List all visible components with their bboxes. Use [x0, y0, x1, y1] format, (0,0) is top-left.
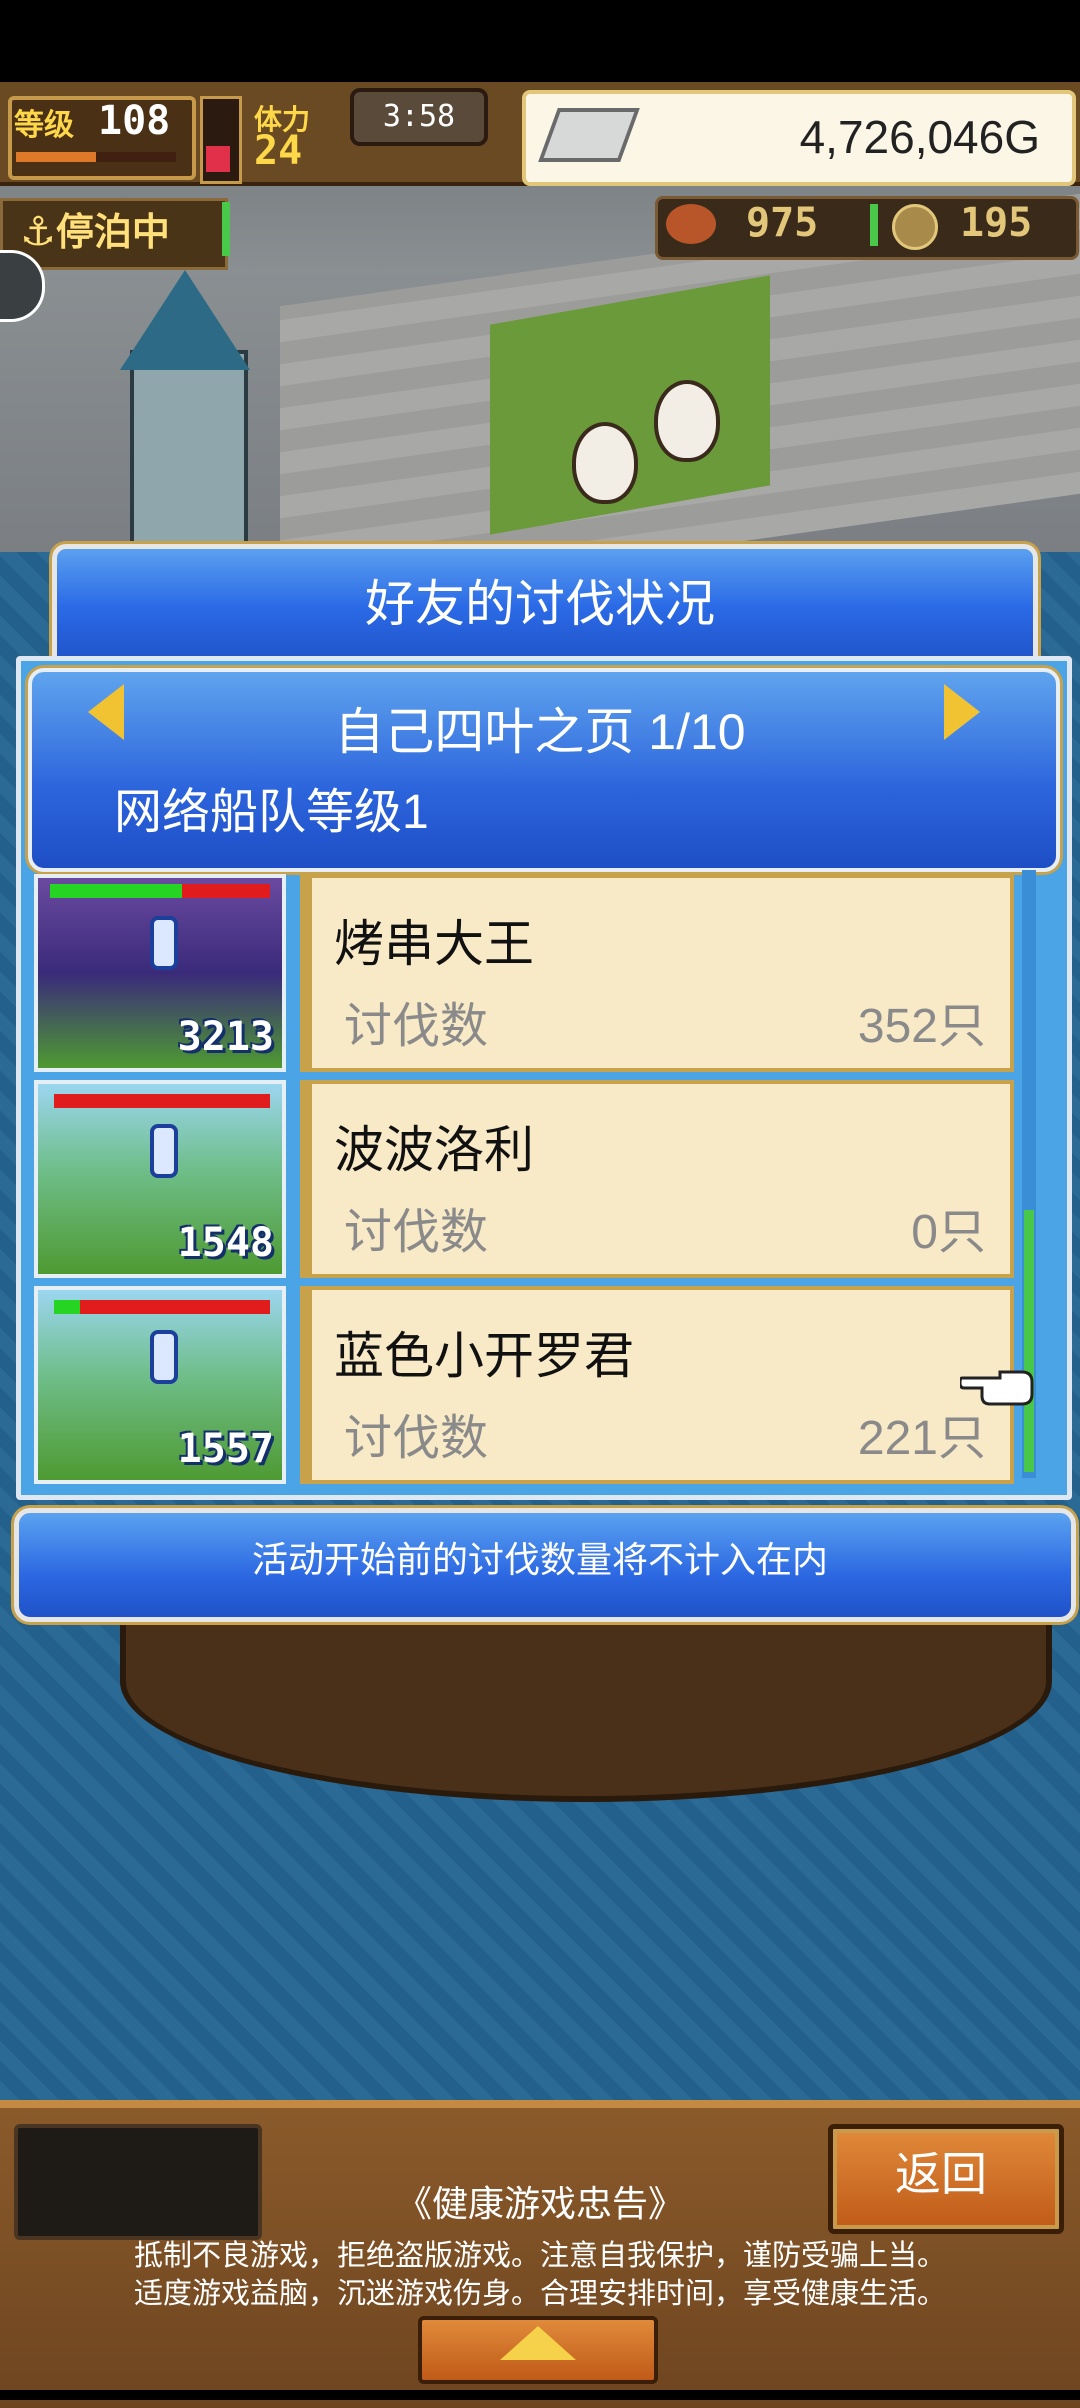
monster-level: 3213	[177, 1014, 274, 1060]
list-scrollbar-thumb[interactable]	[1024, 1210, 1034, 1472]
monster-thumbnail: 3213	[34, 874, 286, 1072]
stamina-gauge-fill	[206, 146, 230, 172]
health-advice-title: 《健康游戏忠告》	[395, 2183, 684, 2224]
egg-icon	[572, 422, 638, 504]
fleet-level: 网络船队等级1	[114, 786, 429, 839]
anchor-status-label: 停泊中	[55, 210, 170, 254]
resource-meat-value: 975	[746, 200, 819, 246]
hunt-count: 221只	[857, 1412, 986, 1465]
friend-name: 蓝色小开罗君	[334, 1328, 634, 1384]
monster-thumbnail: 1548	[34, 1080, 286, 1278]
status-indicator	[222, 202, 230, 256]
egg-icon	[654, 380, 720, 462]
monster-hp-fill	[54, 1300, 80, 1314]
roast-meat-icon	[666, 204, 716, 244]
next-page-arrow-icon[interactable]	[944, 684, 980, 740]
exclamation-icon	[150, 1330, 178, 1384]
page-title: 自己四叶之页 1/10	[334, 704, 746, 760]
exclamation-icon	[150, 916, 178, 970]
exclamation-icon	[150, 1124, 178, 1178]
money-value: 4,726,046G	[799, 111, 1040, 163]
friend-row-card[interactable]: 蓝色小开罗君 讨伐数 221只	[300, 1286, 1014, 1484]
resource-medal-value: 195	[960, 200, 1033, 246]
hunt-count: 0只	[911, 1206, 986, 1259]
monster-level: 1548	[177, 1220, 274, 1266]
notice-text: 活动开始前的讨伐数量将不计入在内	[251, 1539, 828, 1580]
monster-hp-bar	[54, 1094, 270, 1108]
pointing-hand-icon	[960, 1370, 1034, 1406]
hunt-count: 352只	[857, 1000, 986, 1053]
monster-hp-fill	[50, 884, 182, 898]
hunt-count-label: 讨伐数	[344, 1206, 489, 1259]
friend-row-card[interactable]: 烤串大王 讨伐数 352只	[300, 874, 1014, 1072]
castle-tower-roof	[120, 270, 250, 370]
friend-row-card[interactable]: 波波洛利 讨伐数 0只	[300, 1080, 1014, 1278]
dialog-title: 好友的讨伐状况	[365, 576, 715, 632]
hunt-count-label: 讨伐数	[344, 1412, 489, 1465]
resource-divider	[870, 204, 878, 246]
friend-name: 烤串大王	[334, 916, 534, 972]
anchor-status: ⚓停泊中	[20, 204, 220, 260]
status-bar	[0, 0, 1080, 82]
medal-icon	[892, 204, 938, 250]
level-label: 等级	[14, 108, 74, 143]
stamina-timer: 3:58	[350, 88, 488, 146]
stamina-value: 24	[254, 128, 303, 174]
prev-page-arrow-icon[interactable]	[88, 684, 124, 740]
monster-thumbnail: 1557	[34, 1286, 286, 1484]
friend-name: 波波洛利	[334, 1122, 534, 1178]
hunt-count-label: 讨伐数	[344, 1000, 489, 1053]
monster-level: 1557	[177, 1426, 274, 1472]
level-value: 108	[98, 98, 171, 144]
health-advice-line-2: 适度游戏益脑，沉迷游戏伤身。合理安排时间，享受健康生活。	[133, 2278, 946, 2310]
monster-hp-bar	[54, 1300, 270, 1314]
anchor-icon: ⚓	[20, 209, 56, 255]
castle-tower	[130, 350, 248, 558]
navigation-bar	[0, 2390, 1080, 2400]
exp-bar-fill	[16, 152, 96, 162]
health-advice-line-1: 抵制不良游戏，拒绝盗版游戏。注意自我保护，谨防受骗上当。	[133, 2240, 946, 2272]
up-arrow-icon	[500, 2326, 576, 2360]
